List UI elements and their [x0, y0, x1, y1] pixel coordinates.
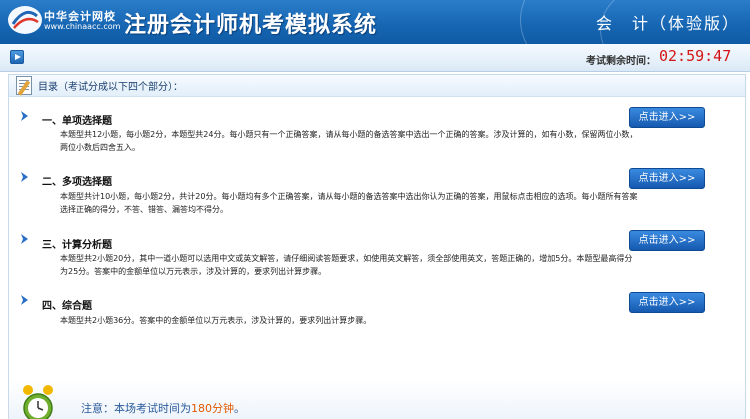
system-title: 注册会计师机考模拟系统	[124, 13, 378, 38]
enter-section-4-button[interactable]: 点击进入>>	[629, 292, 705, 313]
play-icon[interactable]	[10, 50, 24, 64]
timer-label: 考试剩余时间：	[586, 56, 656, 67]
chevron-right-icon	[20, 294, 30, 306]
chinaacc-logo-icon	[8, 6, 42, 34]
notice-text: 注意：本场考试时间为180分钟。	[81, 400, 245, 416]
brand-url: www.chinaacc.com	[44, 22, 121, 31]
section-description: 本题型共2小题20分，其中一道小题可以选用中文或英文解答，请仔细阅读答题要求，如…	[60, 254, 633, 276]
timer-value: 02:59:47	[659, 47, 732, 65]
section-title: 二、多项选择题	[42, 177, 112, 188]
alarm-clock-icon	[23, 385, 53, 419]
section-description: 本题型共12小题，每小题2分，本题型共24分。每小题只有一个正确答案，请从每小题…	[60, 130, 638, 152]
notice-suffix: 。	[234, 402, 245, 415]
section-description: 本题型共计10小题，每小题2分，共计20分。每小题均有多个正确答案，请从每小题的…	[60, 192, 638, 214]
enter-section-3-button[interactable]: 点击进入>>	[629, 230, 705, 251]
exam-subject: 会 计（体验版）	[596, 14, 741, 33]
notice-prefix: 注意：本场考试时间为	[81, 402, 191, 415]
chevron-right-icon	[20, 110, 30, 122]
section-title: 一、单项选择题	[42, 116, 112, 127]
toc-title: 目录（考试分成以下四个部分）：	[38, 82, 183, 93]
chevron-right-icon	[20, 233, 30, 245]
exam-duration: 180分钟	[191, 402, 234, 415]
section-title: 三、计算分析题	[42, 240, 112, 251]
chevron-right-icon	[20, 171, 30, 183]
section-description: 本题型共2小题36分。答案中的金额单位以万元表示，涉及计算的，要求列出计算步骤。	[60, 316, 372, 325]
section-title: 四、综合题	[42, 301, 92, 312]
enter-section-1-button[interactable]: 点击进入>>	[629, 107, 705, 128]
enter-section-2-button[interactable]: 点击进入>>	[629, 168, 705, 189]
app-header: 中华会计网校 www.chinaacc.com 注册会计师机考模拟系统 会 计（…	[0, 0, 750, 44]
